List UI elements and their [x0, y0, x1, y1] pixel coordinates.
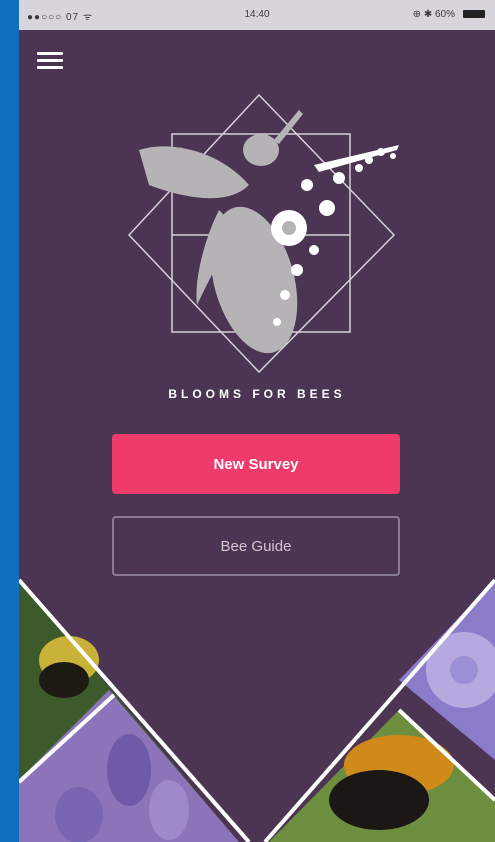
- new-survey-button[interactable]: New Survey: [112, 434, 400, 494]
- app-brand-title: BLOOMS FOR BEES: [168, 387, 346, 401]
- battery-icon: [463, 10, 485, 18]
- bee-flower-logo: [127, 93, 399, 374]
- status-indicators: ⊕ ✱ 60%: [412, 9, 455, 20]
- bee-photo-collage: [19, 578, 495, 842]
- hamburger-menu-icon[interactable]: [35, 50, 65, 72]
- status-bar: ●●○○○ 07 ᯤ 14:40 ⊕ ✱ 60%: [19, 0, 495, 30]
- app-screen: ●●○○○ 07 ᯤ 14:40 ⊕ ✱ 60% BLOOMS FOR BEES…: [19, 0, 495, 842]
